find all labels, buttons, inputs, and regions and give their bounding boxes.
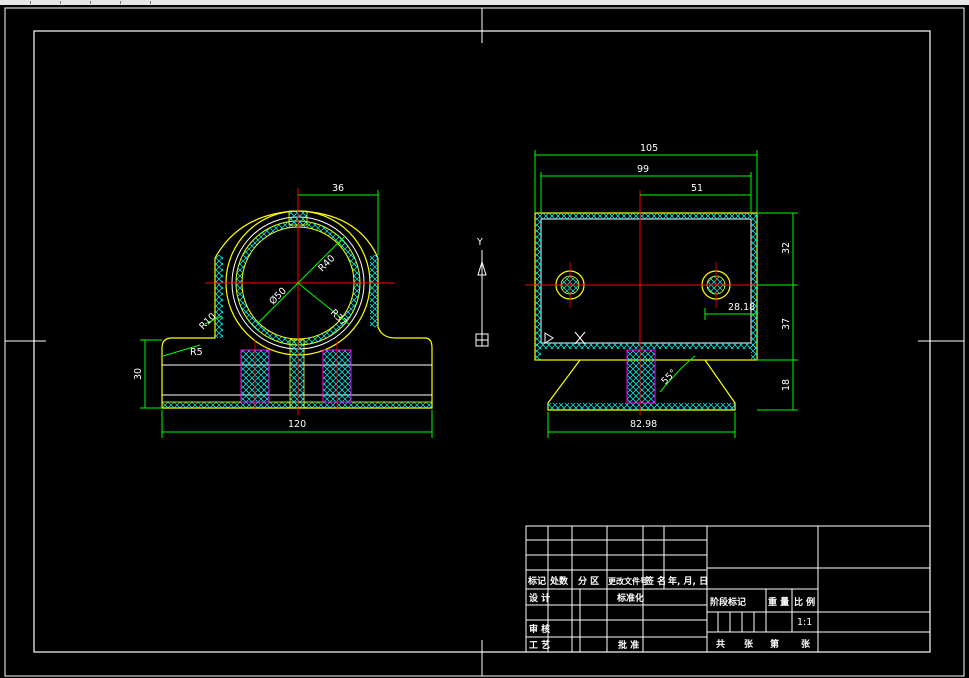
dim-base-width: 82.98 <box>630 419 657 430</box>
side-view[interactable]: 105 99 51 28.18 32 37 18 55° 82.98 <box>525 143 798 438</box>
dim-angle: 55° <box>659 367 679 387</box>
dim-side-overall: 105 <box>640 143 658 154</box>
tb-stage-mark: 阶段标记 <box>710 596 746 608</box>
tb-sheet-unit: 张 <box>801 638 811 650</box>
tb-mark: 标记 <box>527 575 546 587</box>
dim-hole-offset: 28.18 <box>728 302 755 313</box>
tb-sign: 签 名 <box>644 575 666 587</box>
side-bolt <box>626 349 656 404</box>
dim-d50: Ø50 <box>267 285 289 307</box>
dim-side-inner: 99 <box>637 164 649 175</box>
dim-h-base: 18 <box>781 379 792 391</box>
sheet-outer-frame <box>4 7 965 677</box>
tb-zone: 分 区 <box>578 575 599 587</box>
tb-scale-value: 1:1 <box>797 617 812 628</box>
ucs-y-label: Y <box>476 237 483 248</box>
tb-approve: 批 准 <box>618 639 639 651</box>
tb-scale-label: 比 例 <box>794 596 815 608</box>
centering-marks <box>5 8 964 676</box>
dim-h-mid: 37 <box>781 318 792 330</box>
dim-front-width: 120 <box>288 419 306 430</box>
tb-change-doc: 更改文件号 <box>608 576 648 586</box>
tb-sheet-no: 第 <box>770 638 779 650</box>
dim-r40: R40 <box>316 253 337 274</box>
title-block[interactable] <box>525 525 931 653</box>
ucs-icon: Y <box>475 237 489 347</box>
tb-design: 设 计 <box>529 592 550 604</box>
cad-drawing-canvas[interactable]: 36 R40 R37 Ø50 R10 R5 30 120 Y 105 99 51… <box>0 5 969 678</box>
tb-review: 审 核 <box>529 623 550 635</box>
dim-side-half: 51 <box>691 183 703 194</box>
tb-process: 工 艺 <box>529 639 550 651</box>
tb-total: 共 <box>716 638 725 650</box>
dim-front-top-width: 36 <box>332 183 344 194</box>
tb-weight: 重 量 <box>768 596 789 608</box>
dim-h-top: 32 <box>781 242 792 254</box>
dim-r5: R5 <box>190 347 203 358</box>
title-block-text: 标记 处数 分 区 更改文件号 签 名 年, 月, 日 设 计 标准化 审 核 … <box>527 575 815 651</box>
tb-sheets: 张 <box>744 638 754 650</box>
tb-date: 年, 月, 日 <box>668 575 708 587</box>
front-view[interactable]: 36 R40 R37 Ø50 R10 R5 30 120 <box>133 183 433 438</box>
tb-standardize: 标准化 <box>616 592 644 604</box>
tb-count: 处数 <box>549 575 569 587</box>
dim-r37: R37 <box>328 307 349 328</box>
dim-front-height: 30 <box>133 368 144 380</box>
